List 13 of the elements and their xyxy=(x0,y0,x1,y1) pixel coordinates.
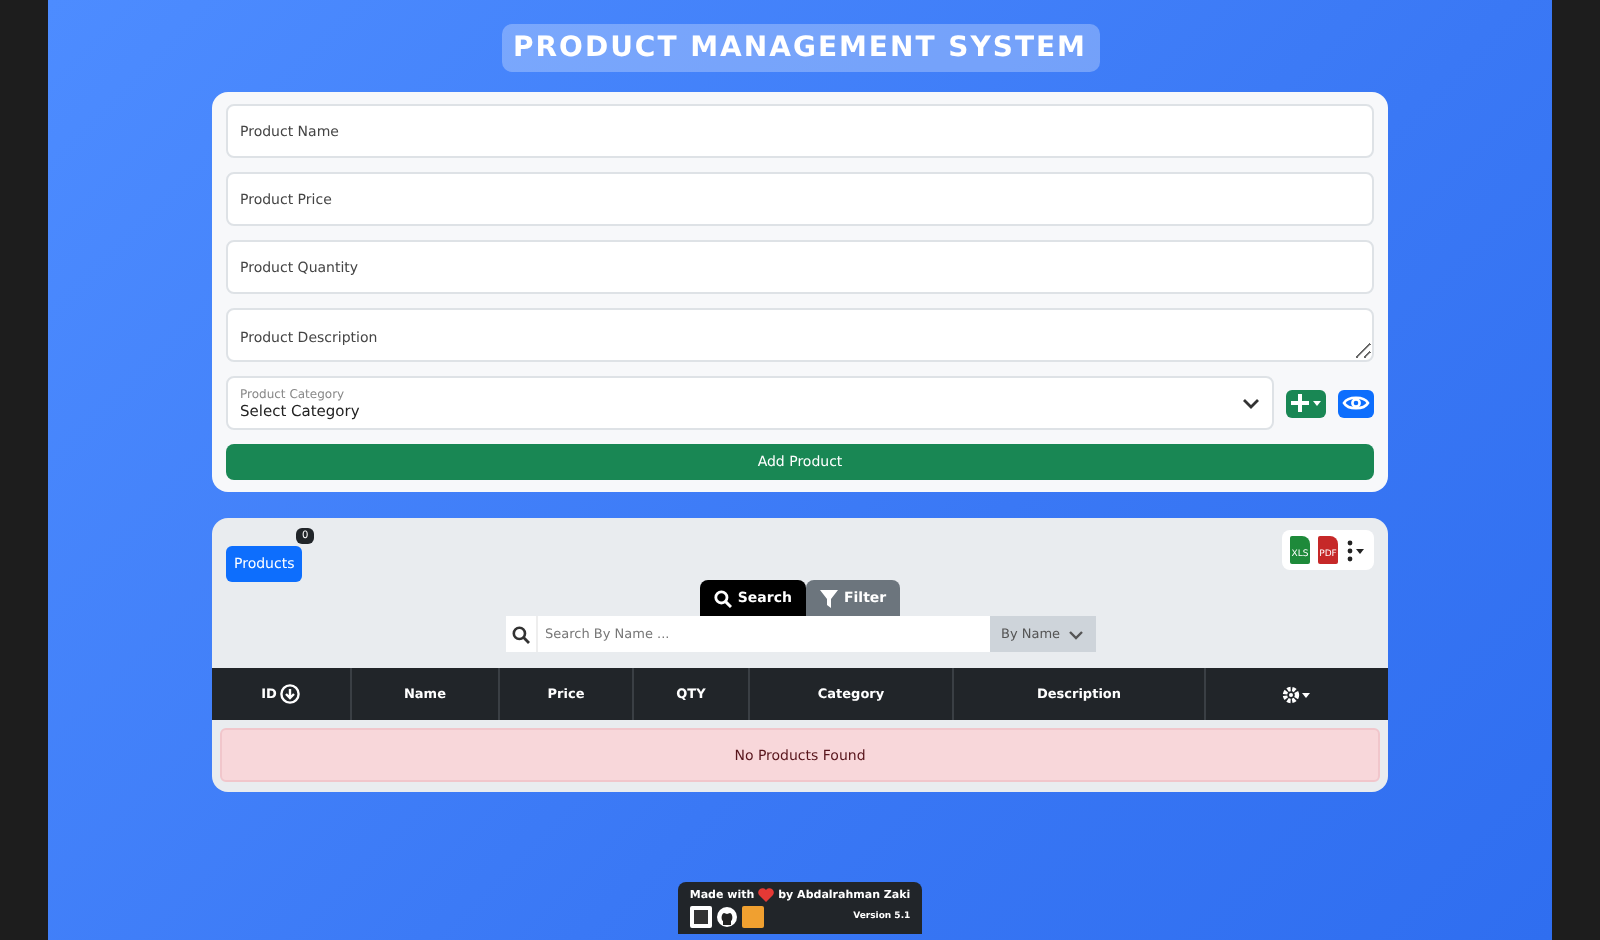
chevron-down-icon xyxy=(1067,629,1083,639)
more-options-icon[interactable] xyxy=(1346,539,1366,561)
search-icon xyxy=(713,589,732,607)
filter-icon xyxy=(819,589,838,607)
view-categories-button[interactable] xyxy=(1338,389,1374,417)
add-category-button[interactable] xyxy=(1286,389,1326,417)
heart-icon xyxy=(758,888,775,902)
settings-icon[interactable] xyxy=(1282,685,1312,703)
sort-down-icon[interactable] xyxy=(280,684,301,704)
page-title: PRODUCT MANAGEMENT SYSTEM xyxy=(501,24,1099,72)
chevron-down-icon xyxy=(1242,397,1260,409)
search-icon xyxy=(505,616,535,652)
rss-icon[interactable] xyxy=(741,906,764,928)
